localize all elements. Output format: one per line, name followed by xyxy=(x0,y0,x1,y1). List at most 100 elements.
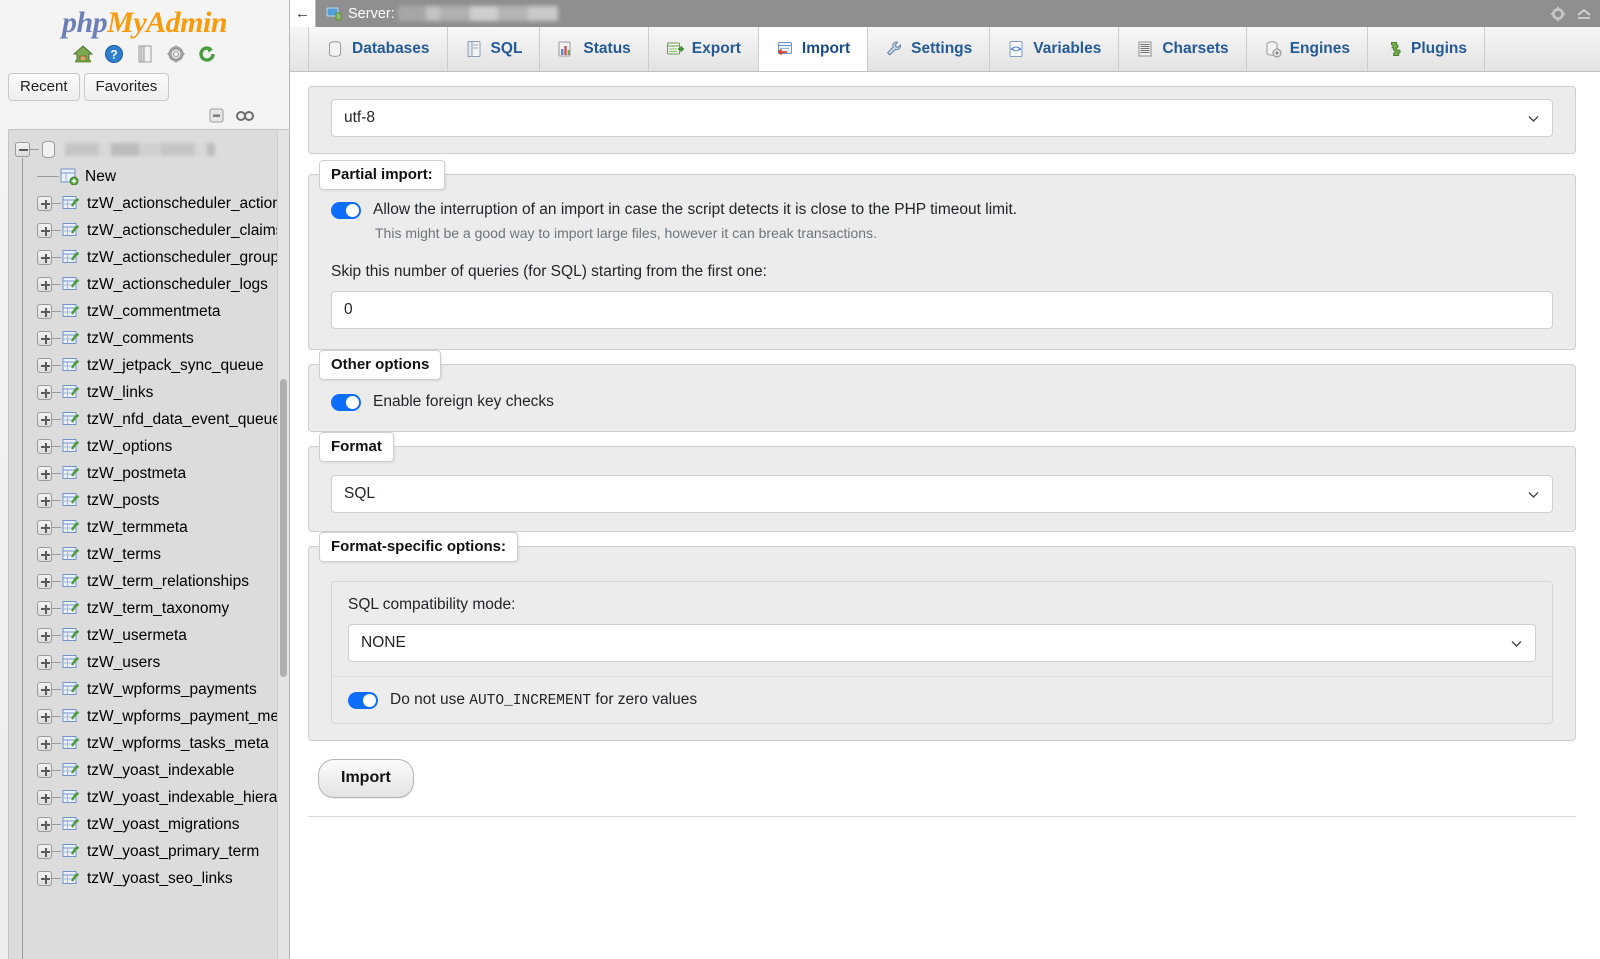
back-button[interactable]: ← xyxy=(290,0,316,27)
expand-table-icon[interactable] xyxy=(37,358,52,373)
tab-import[interactable]: Import xyxy=(758,27,869,71)
tree-node-table[interactable]: tzW_terms xyxy=(9,541,277,568)
expand-table-icon[interactable] xyxy=(37,493,52,508)
allow-interrupt-toggle[interactable] xyxy=(331,201,361,219)
tree-node-table[interactable]: tzW_comments xyxy=(9,325,277,352)
tree-node-table[interactable]: tzW_users xyxy=(9,649,277,676)
help-icon[interactable]: ? xyxy=(104,44,124,64)
tree-node-table[interactable]: tzW_options xyxy=(9,433,277,460)
expand-table-icon[interactable] xyxy=(37,520,52,535)
format-select[interactable]: SQL xyxy=(331,475,1553,513)
tree-node-table[interactable]: tzW_actionscheduler_groups xyxy=(9,244,277,271)
expand-table-icon[interactable] xyxy=(37,547,52,562)
table-icon xyxy=(62,789,81,806)
tree-node-table[interactable]: tzW_actionscheduler_claims xyxy=(9,217,277,244)
expand-table-icon[interactable] xyxy=(37,304,52,319)
expand-table-icon[interactable] xyxy=(37,817,52,832)
table-icon xyxy=(62,222,81,239)
auto-increment-suffix: for zero values xyxy=(591,691,698,708)
table-name-label: tzW_yoast_indexable xyxy=(87,761,235,779)
expand-table-icon[interactable] xyxy=(37,763,52,778)
tree-node-table[interactable]: tzW_usermeta xyxy=(9,622,277,649)
tree-node-table[interactable]: tzW_posts xyxy=(9,487,277,514)
settings-icon[interactable] xyxy=(166,44,186,64)
tree-node-table[interactable]: tzW_wpforms_payment_meta xyxy=(9,703,277,730)
tab-charsets[interactable]: Charsets xyxy=(1119,27,1247,71)
tree-node-table[interactable]: tzW_term_relationships xyxy=(9,568,277,595)
tree-node-database[interactable] xyxy=(9,136,277,163)
tree-node-table[interactable]: tzW_commentmeta xyxy=(9,298,277,325)
skip-queries-input[interactable]: 0 xyxy=(331,291,1553,329)
tab-engines[interactable]: Engines xyxy=(1246,27,1368,71)
home-icon[interactable] xyxy=(72,44,93,64)
expand-table-icon[interactable] xyxy=(37,466,52,481)
collapse-database-icon[interactable] xyxy=(15,142,30,157)
tree-node-table[interactable]: tzW_termmeta xyxy=(9,514,277,541)
compat-mode-select[interactable]: NONE xyxy=(348,624,1536,662)
tree-node-new[interactable]: New xyxy=(9,163,277,190)
refresh-icon[interactable] xyxy=(197,44,217,64)
tab-label: Status xyxy=(583,40,631,57)
expand-table-icon[interactable] xyxy=(37,682,52,697)
tree-node-table[interactable]: tzW_actionscheduler_logs xyxy=(9,271,277,298)
chevron-down-icon xyxy=(1527,112,1540,125)
tab-plugins[interactable]: Plugins xyxy=(1367,27,1485,71)
tree-node-table[interactable]: tzW_wpforms_payments xyxy=(9,676,277,703)
sidebar-scrollbar-thumb[interactable] xyxy=(280,378,287,678)
tab-sql[interactable]: SQL xyxy=(447,27,541,71)
collapse-all-icon[interactable] xyxy=(207,107,227,125)
sidebar-scrollbar[interactable] xyxy=(277,130,289,959)
expand-table-icon[interactable] xyxy=(37,601,52,616)
expand-table-icon[interactable] xyxy=(37,844,52,859)
expand-table-icon[interactable] xyxy=(37,196,52,211)
tree-node-table[interactable]: tzW_postmeta xyxy=(9,460,277,487)
expand-table-icon[interactable] xyxy=(37,871,52,886)
expand-table-icon[interactable] xyxy=(37,790,52,805)
tab-export[interactable]: Export xyxy=(648,27,759,71)
expand-table-icon[interactable] xyxy=(37,439,52,454)
phpmyadmin-logo[interactable]: phpMyAdmin xyxy=(0,0,289,42)
format-legend: Format xyxy=(319,432,394,462)
settings-gear-icon[interactable] xyxy=(1550,6,1566,22)
docs-icon[interactable] xyxy=(135,44,155,64)
expand-table-icon[interactable] xyxy=(37,250,52,265)
tree-node-table[interactable]: tzW_yoast_seo_links xyxy=(9,865,277,892)
tree-node-table[interactable]: tzW_yoast_indexable_hierarc xyxy=(9,784,277,811)
link-tables-icon[interactable] xyxy=(235,107,255,125)
expand-table-icon[interactable] xyxy=(37,628,52,643)
table-icon xyxy=(62,303,81,320)
tree-node-table[interactable]: tzW_nfd_data_event_queue xyxy=(9,406,277,433)
tree-node-table[interactable]: tzW_links xyxy=(9,379,277,406)
tree-node-table[interactable]: tzW_wpforms_tasks_meta xyxy=(9,730,277,757)
tree-connector xyxy=(52,581,61,582)
tab-settings[interactable]: Settings xyxy=(868,27,991,71)
expand-table-icon[interactable] xyxy=(37,412,52,427)
import-button[interactable]: Import xyxy=(318,759,414,798)
tab-variables[interactable]: <> Variables xyxy=(990,27,1120,71)
tab-databases[interactable]: Databases xyxy=(308,27,448,71)
foreign-key-row: Enable foreign key checks xyxy=(331,393,1553,411)
expand-table-icon[interactable] xyxy=(37,331,52,346)
tree-node-table[interactable]: tzW_actionscheduler_actions xyxy=(9,190,277,217)
server-label: Server: xyxy=(348,5,395,22)
expand-table-icon[interactable] xyxy=(37,277,52,292)
auto-increment-toggle[interactable] xyxy=(348,691,378,709)
recent-tab[interactable]: Recent xyxy=(8,73,80,101)
tree-node-table[interactable]: tzW_yoast_indexable xyxy=(9,757,277,784)
tab-status[interactable]: Status xyxy=(540,27,649,71)
expand-table-icon[interactable] xyxy=(37,736,52,751)
charset-select[interactable]: utf-8 xyxy=(331,99,1553,137)
tree-node-table[interactable]: tzW_jetpack_sync_queue xyxy=(9,352,277,379)
favorites-tab[interactable]: Favorites xyxy=(83,73,170,101)
tree-node-table[interactable]: tzW_yoast_primary_term xyxy=(9,838,277,865)
expand-table-icon[interactable] xyxy=(37,574,52,589)
expand-table-icon[interactable] xyxy=(37,385,52,400)
expand-table-icon[interactable] xyxy=(37,223,52,238)
foreign-key-toggle[interactable] xyxy=(331,393,361,411)
collapse-icon[interactable] xyxy=(1576,6,1592,22)
expand-table-icon[interactable] xyxy=(37,655,52,670)
tree-node-table[interactable]: tzW_yoast_migrations xyxy=(9,811,277,838)
tree-connector xyxy=(52,500,61,501)
tree-node-table[interactable]: tzW_term_taxonomy xyxy=(9,595,277,622)
expand-table-icon[interactable] xyxy=(37,709,52,724)
